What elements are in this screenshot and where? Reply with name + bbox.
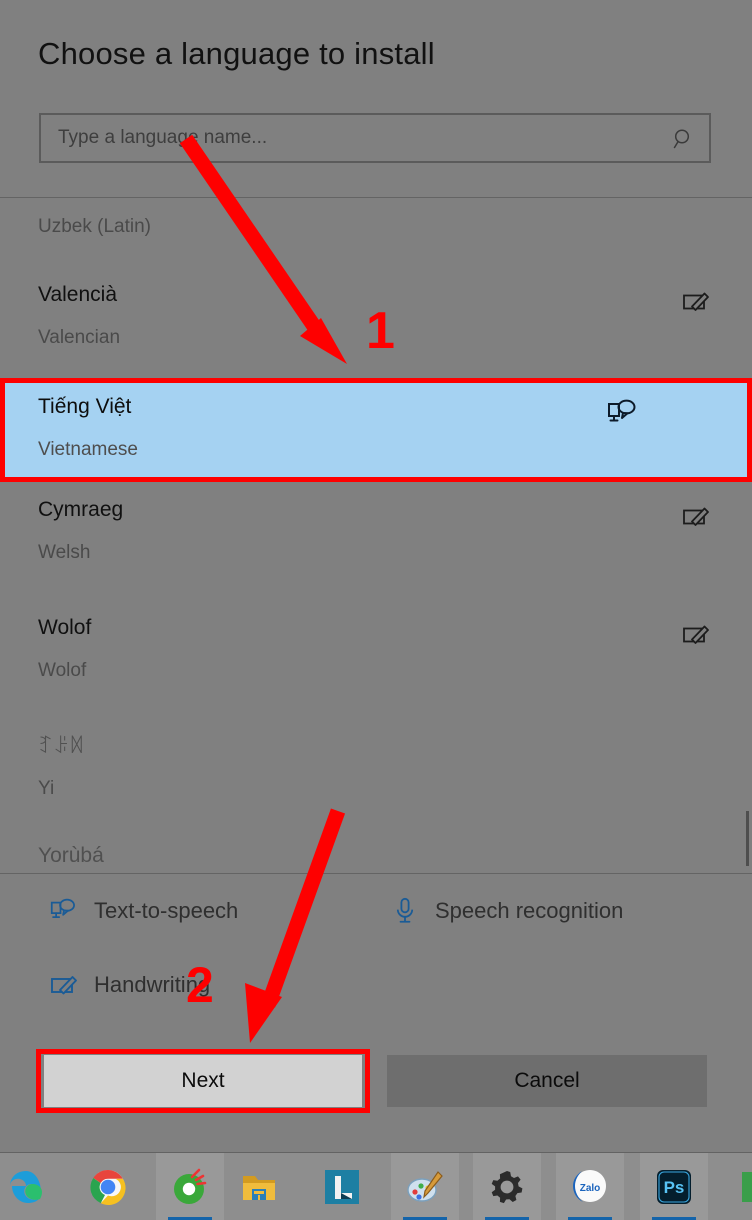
coc-coc-icon: [174, 1168, 207, 1204]
google-chrome-icon: [90, 1169, 126, 1205]
microsoft-edge-icon: [10, 1170, 42, 1203]
taskbar: Zalo Ps: [0, 1152, 752, 1220]
search-box[interactable]: [39, 113, 711, 163]
taskbar-item-file-explorer[interactable]: [225, 1153, 293, 1220]
zalo-icon: Zalo: [573, 1169, 606, 1202]
paint-icon: [407, 1170, 443, 1202]
handwriting-icon: [683, 292, 709, 311]
svg-text:Ps: Ps: [664, 1178, 685, 1197]
list-item[interactable]: ꆈꌠꉙ Yi: [0, 722, 752, 826]
taskbar-item-google-chrome[interactable]: [74, 1153, 142, 1220]
language-install-dialog: Choose a language to install Uzbek (Lati…: [0, 0, 752, 1152]
legend-text-to-speech: Text-to-speech: [50, 897, 238, 924]
list-item[interactable]: Yorùbá: [0, 838, 752, 873]
list-scrollbar-thumb[interactable]: [746, 811, 749, 866]
handwriting-icon: [683, 507, 709, 526]
handwriting-icon: [683, 625, 709, 644]
l-app-icon: [325, 1169, 359, 1204]
legend-speech-recognition: Speech recognition: [391, 897, 623, 924]
app-icon: [742, 1171, 752, 1202]
annotation-step-2: 2: [186, 957, 214, 1013]
search-input[interactable]: [41, 115, 709, 161]
taskbar-item-paint[interactable]: [391, 1153, 459, 1220]
legend-label: Text-to-speech: [94, 897, 239, 923]
svg-text:Zalo: Zalo: [580, 1183, 601, 1194]
list-bottom-divider: [0, 873, 752, 874]
taskbar-item-overflow[interactable]: [722, 1153, 752, 1220]
cancel-button[interactable]: Cancel: [387, 1055, 707, 1107]
taskbar-item-photoshop[interactable]: Ps: [640, 1153, 708, 1220]
text-to-speech-icon: [608, 399, 636, 422]
handwriting-icon: [51, 976, 77, 995]
taskbar-item-l-app[interactable]: [308, 1153, 376, 1220]
gear-icon: [491, 1170, 523, 1203]
list-item[interactable]: Cymraeg Welsh: [0, 490, 752, 594]
taskbar-item-zalo[interactable]: Zalo: [556, 1153, 624, 1220]
taskbar-item-microsoft-edge[interactable]: [0, 1153, 60, 1220]
list-item-selected-vietnamese[interactable]: Tiếng Việt Vietnamese: [0, 378, 752, 482]
text-to-speech-icon: [50, 898, 75, 918]
annotation-step-1: 1: [366, 302, 395, 360]
legend-label: Speech recognition: [435, 897, 624, 923]
microphone-icon: [396, 897, 414, 923]
list-item[interactable]: Wolof Wolof: [0, 606, 752, 710]
photoshop-icon: Ps: [657, 1169, 691, 1204]
next-button[interactable]: Next: [44, 1055, 362, 1107]
taskbar-item-settings[interactable]: [473, 1153, 541, 1220]
page-title: Choose a language to install: [38, 36, 435, 71]
taskbar-item-coc-coc[interactable]: [156, 1153, 224, 1220]
file-explorer-icon: [243, 1175, 275, 1200]
language-list[interactable]: Uzbek (Latin) Valencià Valencian Tiếng V…: [0, 198, 752, 873]
